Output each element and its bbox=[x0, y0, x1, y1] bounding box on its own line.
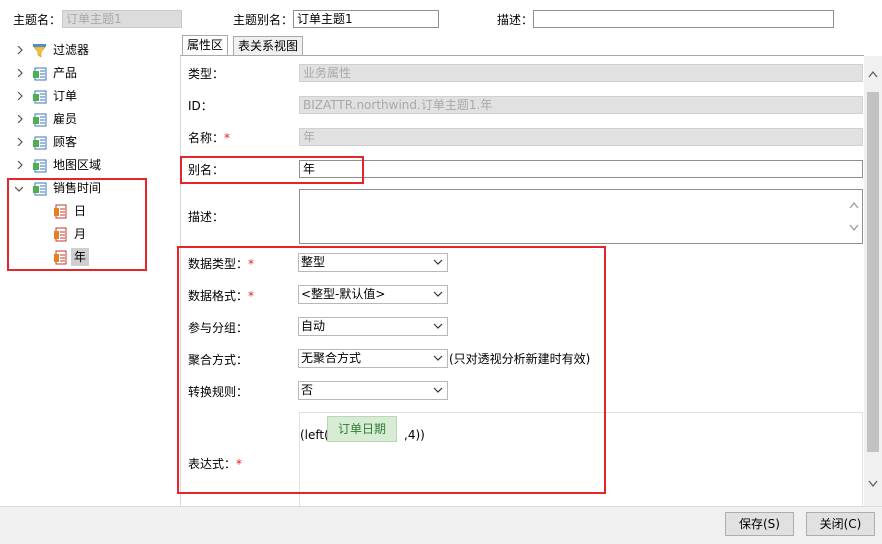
tree-item-label: 过滤器 bbox=[53, 43, 90, 57]
chevron-right-icon[interactable] bbox=[16, 161, 24, 169]
tab-table-relation-view[interactable]: 表关系视图 bbox=[233, 36, 304, 56]
table-icon bbox=[33, 113, 47, 127]
chevron-right-icon[interactable] bbox=[16, 138, 24, 146]
tree-item-label: 地图区域 bbox=[53, 158, 102, 172]
tree-item-employee[interactable]: 雇员 bbox=[0, 109, 170, 129]
topic-alias-label: 主题别名： bbox=[233, 13, 294, 27]
type-field: 业务属性 bbox=[299, 64, 863, 82]
type-label: 类型： bbox=[188, 67, 225, 81]
topic-desc-label: 描述： bbox=[497, 13, 534, 27]
chevron-right-icon[interactable] bbox=[16, 92, 24, 100]
scroll-down-icon[interactable] bbox=[849, 224, 859, 232]
tree-item-label: 顾客 bbox=[53, 135, 78, 149]
name-field: 年 bbox=[299, 128, 863, 146]
scroll-up-icon[interactable] bbox=[849, 201, 859, 209]
name-label: 名称：* bbox=[188, 131, 231, 145]
tree-item-label: 产品 bbox=[53, 66, 78, 80]
table-icon bbox=[33, 90, 47, 104]
topic-desc-input[interactable] bbox=[533, 10, 834, 28]
description-textarea[interactable] bbox=[299, 189, 863, 244]
scroll-down-icon[interactable] bbox=[868, 480, 878, 488]
alias-input[interactable]: 年 bbox=[299, 160, 863, 178]
tree-item-order[interactable]: 订单 bbox=[0, 86, 170, 106]
tree-item-label: 订单 bbox=[53, 89, 78, 103]
tree-highlight-box bbox=[7, 178, 147, 271]
scroll-up-icon[interactable] bbox=[868, 70, 878, 78]
alias-highlight-box bbox=[180, 156, 364, 184]
tree-item-product[interactable]: 产品 bbox=[0, 63, 170, 83]
tree-item-label: 雇员 bbox=[53, 112, 78, 126]
scrollbar-thumb[interactable] bbox=[867, 92, 879, 452]
tree-item-customer[interactable]: 顾客 bbox=[0, 132, 170, 152]
close-button[interactable]: 关闭(C) bbox=[806, 512, 875, 536]
description-label: 描述： bbox=[188, 210, 225, 224]
filter-icon bbox=[33, 44, 46, 58]
tree-item-filter[interactable]: 过滤器 bbox=[0, 40, 170, 60]
field-tree: 过滤器 产品 订单 雇员 顾客 地图区域 销售时间 日 月 年 bbox=[0, 36, 178, 506]
table-icon bbox=[33, 67, 47, 81]
topic-name-field: 订单主题1 bbox=[62, 10, 182, 28]
attributes-highlight-box bbox=[177, 246, 606, 494]
tree-item-map-region[interactable]: 地图区域 bbox=[0, 155, 170, 175]
chevron-right-icon[interactable] bbox=[16, 115, 24, 123]
table-icon bbox=[33, 159, 47, 173]
chevron-right-icon[interactable] bbox=[16, 69, 24, 77]
vertical-scrollbar[interactable] bbox=[864, 56, 882, 506]
id-field: BIZATTR.northwind.订单主题1.年 bbox=[299, 96, 863, 114]
save-button[interactable]: 保存(S) bbox=[725, 512, 794, 536]
id-label: ID： bbox=[188, 99, 213, 113]
table-icon bbox=[33, 136, 47, 150]
topic-name-label: 主题名： bbox=[13, 13, 62, 27]
tab-properties[interactable]: 属性区 bbox=[182, 35, 229, 56]
chevron-right-icon[interactable] bbox=[16, 46, 24, 54]
topic-alias-input[interactable]: 订单主题1 bbox=[293, 10, 439, 28]
